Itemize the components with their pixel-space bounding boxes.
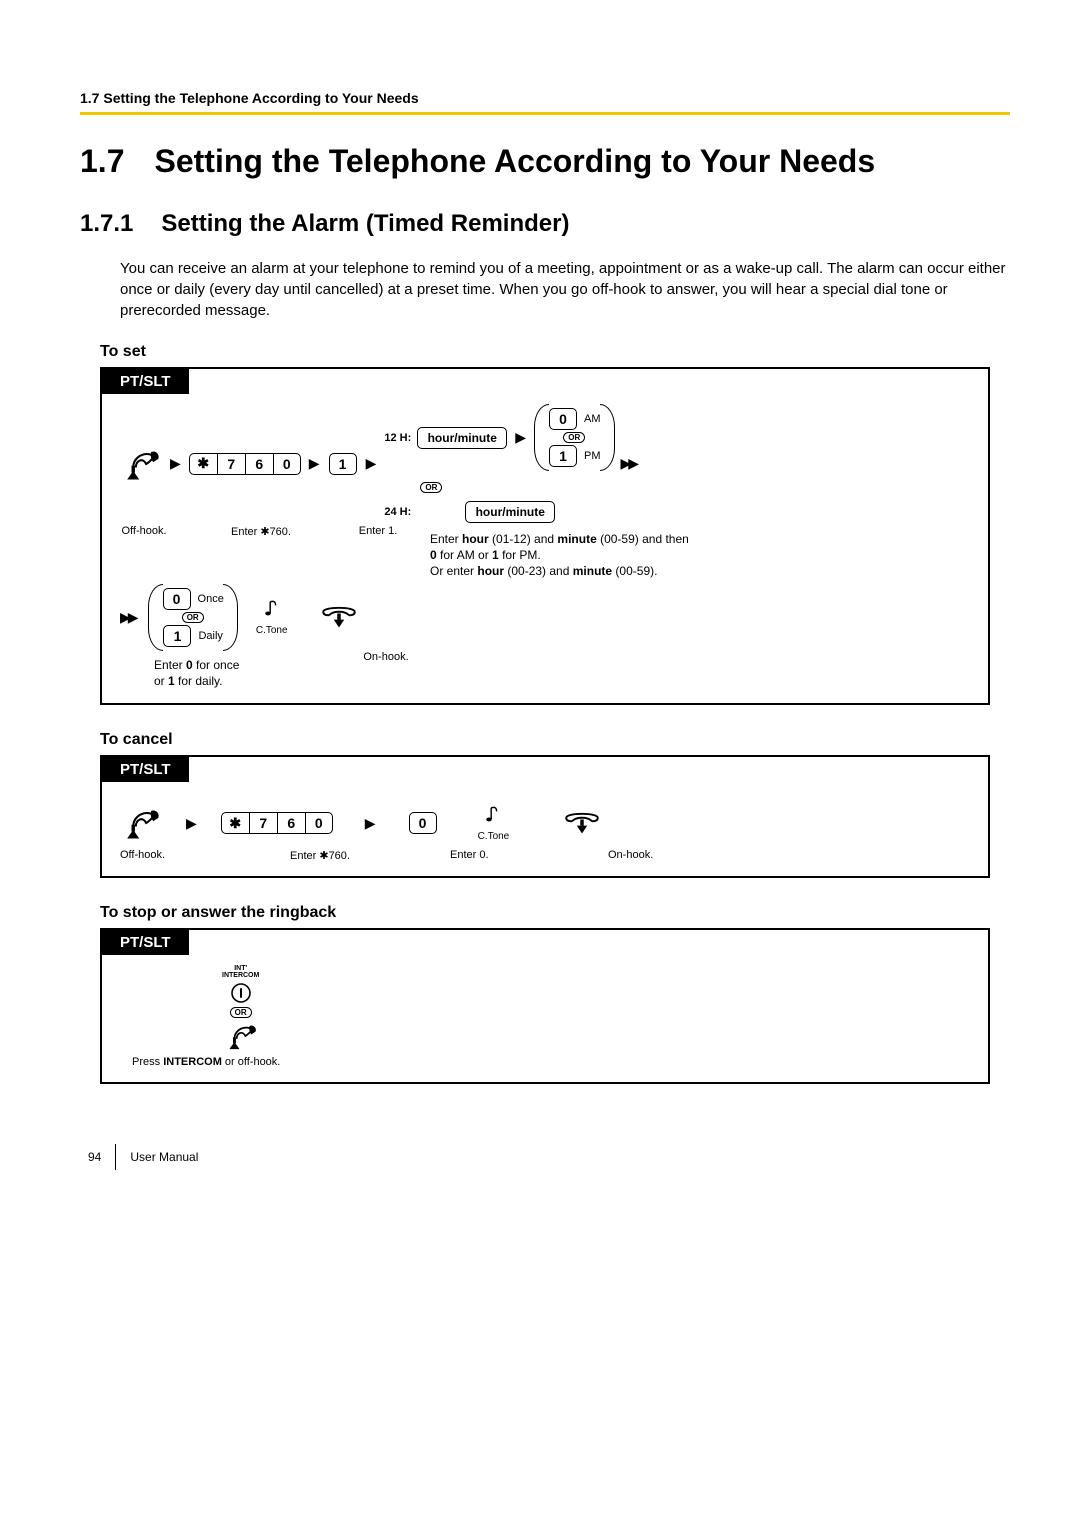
device-tab: PT/SLT <box>102 930 189 955</box>
key-7: 7 <box>217 453 245 475</box>
key-0: 0 <box>273 453 301 475</box>
arrow-icon: ▶ <box>513 429 528 446</box>
keypad-760: ✱ 7 6 0 <box>189 453 301 475</box>
time-entry-note: Enter hour (01-12) and minute (00-59) an… <box>430 531 689 580</box>
press-intercom-caption: Press INTERCOM or off-hook. <box>132 1056 280 1068</box>
to-set-heading: To set <box>100 343 1010 361</box>
key-6: 6 <box>277 812 305 834</box>
running-header: 1.7 Setting the Telephone According to Y… <box>80 90 1010 115</box>
enter-760-caption: Enter ✱760. <box>290 850 350 862</box>
24h-label: 24 H: <box>384 506 411 518</box>
arrow-icon: ▶ <box>364 455 379 472</box>
or-badge: OR <box>420 482 442 493</box>
intercom-button-icon <box>229 981 253 1005</box>
key-star: ✱ <box>221 812 249 834</box>
or-badge: OR <box>563 432 585 443</box>
enter-0-caption: Enter 0. <box>450 849 489 861</box>
double-arrow-icon: ▶▶ <box>120 609 142 626</box>
key-pm: 1 <box>549 445 577 467</box>
or-badge: OR <box>182 612 204 623</box>
device-tab: PT/SLT <box>102 757 189 782</box>
on-hook-caption: On-hook. <box>363 651 408 663</box>
to-cancel-heading: To cancel <box>100 731 1010 749</box>
double-arrow-icon: ▶▶ <box>621 455 643 472</box>
confirmation-tone-icon <box>263 598 281 620</box>
on-hook-icon <box>318 602 360 632</box>
page-footer: 94 User Manual <box>88 1144 1010 1170</box>
ctone-caption: C.Tone <box>478 830 510 843</box>
key-am: 0 <box>549 408 577 430</box>
subsection-heading: 1.7.1 Setting the Alarm (Timed Reminder) <box>80 210 1010 238</box>
manual-label: User Manual <box>130 1150 198 1164</box>
intercom-superscript: INT' <box>234 965 247 972</box>
section-title: Setting the Telephone According to Your … <box>154 143 875 180</box>
enter-1-caption: Enter 1. <box>359 525 398 537</box>
arrow-icon: ▶ <box>307 455 322 472</box>
running-header-text: 1.7 Setting the Telephone According to Y… <box>80 90 419 106</box>
hour-minute-field-12: hour/minute <box>417 427 507 449</box>
keypad-760: ✱ 7 6 0 <box>221 812 333 834</box>
section-heading: 1.7 Setting the Telephone According to Y… <box>80 143 1010 180</box>
hour-minute-field-24: hour/minute <box>465 501 555 523</box>
key-daily: 1 <box>163 625 191 647</box>
arrow-icon: ▶ <box>168 815 215 832</box>
key-0-cancel: 0 <box>409 812 437 834</box>
on-hook-caption: On-hook. <box>608 849 653 861</box>
arrow-icon: ▶ <box>168 455 183 472</box>
on-hook-icon <box>561 808 603 838</box>
intro-paragraph: You can receive an alarm at your telepho… <box>120 258 1010 321</box>
key-1: 1 <box>329 453 357 475</box>
arrow-icon: ▶ <box>339 815 402 832</box>
key-once: 0 <box>163 588 191 610</box>
key-6: 6 <box>245 453 273 475</box>
key-7: 7 <box>249 812 277 834</box>
ctone-caption: C.Tone <box>256 624 288 637</box>
intercom-label: INTERCOM <box>222 972 259 979</box>
key-0: 0 <box>305 812 333 834</box>
off-hook-caption: Off-hook. <box>121 525 166 537</box>
am-label: AM <box>584 413 601 425</box>
enter-760-caption: Enter ✱760. <box>231 526 291 538</box>
off-hook-icon <box>223 1020 259 1052</box>
pm-label: PM <box>584 450 601 462</box>
off-hook-caption: Off-hook. <box>120 849 165 861</box>
off-hook-icon <box>120 445 162 483</box>
freq-entry-note: Enter 0 for once or 1 for daily. <box>154 657 264 689</box>
once-label: Once <box>198 593 224 605</box>
to-cancel-diagram: PT/SLT ▶ ✱ 7 6 0 ▶ 0 C.Tone <box>100 755 990 878</box>
key-star: ✱ <box>189 453 217 475</box>
daily-label: Daily <box>198 630 222 642</box>
to-stop-heading: To stop or answer the ringback <box>100 904 1010 922</box>
device-tab: PT/SLT <box>102 369 189 394</box>
page-number: 94 <box>88 1150 101 1164</box>
off-hook-icon <box>120 804 162 842</box>
subsection-number: 1.7.1 <box>80 210 133 238</box>
confirmation-tone-icon <box>484 804 502 826</box>
or-badge: OR <box>230 1007 252 1018</box>
to-set-diagram: PT/SLT ▶ ✱ 7 6 0 ▶ 1 ▶ <box>100 367 990 705</box>
to-stop-diagram: PT/SLT INT'INTERCOM OR Press INTERCOM or… <box>100 928 990 1084</box>
12h-label: 12 H: <box>384 432 411 444</box>
subsection-title: Setting the Alarm (Timed Reminder) <box>161 210 569 238</box>
section-number: 1.7 <box>80 143 124 180</box>
